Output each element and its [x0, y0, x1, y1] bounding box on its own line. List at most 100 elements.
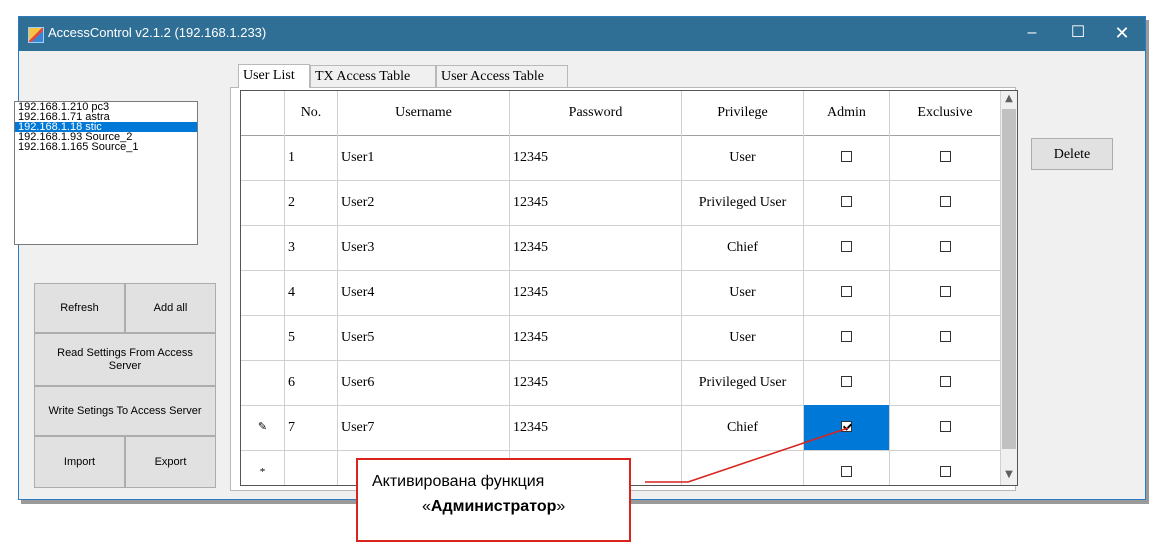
- import-button[interactable]: Import: [34, 436, 125, 488]
- write-settings-button[interactable]: Write Setings To Access Server: [34, 386, 216, 436]
- cell-password[interactable]: 12345: [510, 360, 682, 405]
- cell-username[interactable]: User5: [338, 315, 510, 360]
- exclusive-checkbox[interactable]: [939, 421, 951, 433]
- cell-password[interactable]: 12345: [510, 180, 682, 225]
- tab-user-list[interactable]: User List: [238, 64, 310, 88]
- header-admin[interactable]: Admin: [804, 91, 890, 135]
- cell-exclusive[interactable]: [890, 405, 1001, 450]
- close-button[interactable]: ✕: [1099, 17, 1145, 51]
- table-row[interactable]: 1 User1 12345 User: [241, 135, 1001, 181]
- cell-privilege[interactable]: Privileged User: [682, 180, 804, 225]
- exclusive-checkbox[interactable]: [939, 196, 951, 208]
- cell-admin[interactable]: [804, 225, 890, 270]
- header-username[interactable]: Username: [338, 91, 510, 135]
- admin-checkbox[interactable]: [841, 286, 852, 298]
- row-marker[interactable]: [241, 180, 285, 225]
- header-no[interactable]: No.: [285, 91, 338, 135]
- cell-privilege[interactable]: Chief: [682, 225, 804, 270]
- table-row[interactable]: 3 User3 12345 Chief: [241, 225, 1001, 271]
- cell-no[interactable]: 6: [285, 360, 338, 405]
- exclusive-checkbox[interactable]: [939, 376, 951, 388]
- cell-exclusive[interactable]: [890, 270, 1001, 315]
- tab-tx-access-table[interactable]: TX Access Table: [310, 65, 436, 87]
- host-item[interactable]: 192.168.1.165 Source_1: [15, 142, 197, 153]
- cell-username[interactable]: User4: [338, 270, 510, 315]
- exclusive-checkbox[interactable]: [939, 151, 951, 163]
- cell-admin[interactable]: [804, 450, 890, 485]
- row-marker[interactable]: [241, 315, 285, 360]
- cell-password[interactable]: 12345: [510, 405, 682, 450]
- admin-checkbox-checked[interactable]: [841, 421, 852, 433]
- exclusive-checkbox[interactable]: [939, 466, 951, 478]
- admin-checkbox[interactable]: [841, 196, 852, 208]
- cell-no[interactable]: [285, 450, 338, 485]
- header-privilege[interactable]: Privilege: [682, 91, 804, 135]
- maximize-button[interactable]: ☐: [1055, 17, 1101, 51]
- admin-checkbox[interactable]: [841, 466, 852, 478]
- row-marker[interactable]: [241, 360, 285, 405]
- cell-exclusive[interactable]: [890, 450, 1001, 485]
- cell-no[interactable]: 1: [285, 135, 338, 180]
- row-edit-marker[interactable]: ✎: [241, 405, 285, 450]
- cell-no[interactable]: 3: [285, 225, 338, 270]
- admin-checkbox[interactable]: [841, 151, 852, 163]
- exclusive-checkbox[interactable]: [939, 241, 951, 253]
- cell-password[interactable]: 12345: [510, 270, 682, 315]
- exclusive-checkbox[interactable]: [939, 286, 951, 298]
- cell-username[interactable]: User2: [338, 180, 510, 225]
- cell-admin[interactable]: [804, 270, 890, 315]
- row-marker[interactable]: [241, 135, 285, 180]
- title-bar[interactable]: AccessControl v2.1.2 (192.168.1.233) – ☐…: [19, 17, 1145, 51]
- scroll-thumb[interactable]: [1002, 109, 1016, 449]
- cell-admin[interactable]: [804, 360, 890, 405]
- cell-no[interactable]: 2: [285, 180, 338, 225]
- table-row[interactable]: 6 User6 12345 Privileged User: [241, 360, 1001, 406]
- cell-no[interactable]: 5: [285, 315, 338, 360]
- cell-admin-selected[interactable]: [804, 405, 890, 450]
- delete-button[interactable]: Delete: [1031, 138, 1113, 170]
- exclusive-checkbox[interactable]: [939, 331, 951, 343]
- admin-checkbox[interactable]: [841, 376, 852, 388]
- cell-admin[interactable]: [804, 135, 890, 180]
- cell-privilege[interactable]: Chief: [682, 405, 804, 450]
- cell-exclusive[interactable]: [890, 180, 1001, 225]
- cell-username[interactable]: User1: [338, 135, 510, 180]
- admin-checkbox[interactable]: [841, 331, 852, 343]
- row-new-marker[interactable]: *: [241, 450, 285, 485]
- table-row[interactable]: 4 User4 12345 User: [241, 270, 1001, 316]
- cell-exclusive[interactable]: [890, 135, 1001, 180]
- cell-exclusive[interactable]: [890, 315, 1001, 360]
- cell-privilege[interactable]: User: [682, 315, 804, 360]
- table-row-editing[interactable]: ✎ 7 User7 12345 Chief: [241, 405, 1001, 451]
- header-password[interactable]: Password: [510, 91, 682, 135]
- host-list[interactable]: 192.168.1.210 pc3 192.168.1.71 astra 192…: [14, 101, 198, 245]
- cell-no[interactable]: 4: [285, 270, 338, 315]
- cell-exclusive[interactable]: [890, 360, 1001, 405]
- admin-checkbox[interactable]: [841, 241, 852, 253]
- row-marker[interactable]: [241, 270, 285, 315]
- cell-no[interactable]: 7: [285, 405, 338, 450]
- export-button[interactable]: Export: [125, 436, 216, 488]
- refresh-button[interactable]: Refresh: [34, 283, 125, 333]
- user-grid[interactable]: No. Username Password Privilege Admin Ex…: [240, 90, 1018, 486]
- cell-admin[interactable]: [804, 180, 890, 225]
- cell-password[interactable]: 12345: [510, 315, 682, 360]
- row-marker[interactable]: [241, 225, 285, 270]
- vertical-scrollbar[interactable]: ▲ ▼: [1001, 91, 1017, 485]
- cell-privilege[interactable]: User: [682, 135, 804, 180]
- cell-password[interactable]: 12345: [510, 225, 682, 270]
- cell-admin[interactable]: [804, 315, 890, 360]
- cell-username[interactable]: User7: [338, 405, 510, 450]
- scroll-up-icon[interactable]: ▲: [1001, 91, 1017, 107]
- table-row[interactable]: 2 User2 12345 Privileged User: [241, 180, 1001, 226]
- cell-password[interactable]: 12345: [510, 135, 682, 180]
- read-settings-button[interactable]: Read Settings From Access Server: [34, 333, 216, 386]
- cell-username[interactable]: User3: [338, 225, 510, 270]
- cell-exclusive[interactable]: [890, 225, 1001, 270]
- cell-privilege[interactable]: User: [682, 270, 804, 315]
- scroll-down-icon[interactable]: ▼: [1001, 467, 1017, 483]
- cell-privilege[interactable]: Privileged User: [682, 360, 804, 405]
- add-all-button[interactable]: Add all: [125, 283, 216, 333]
- table-row[interactable]: 5 User5 12345 User: [241, 315, 1001, 361]
- cell-username[interactable]: User6: [338, 360, 510, 405]
